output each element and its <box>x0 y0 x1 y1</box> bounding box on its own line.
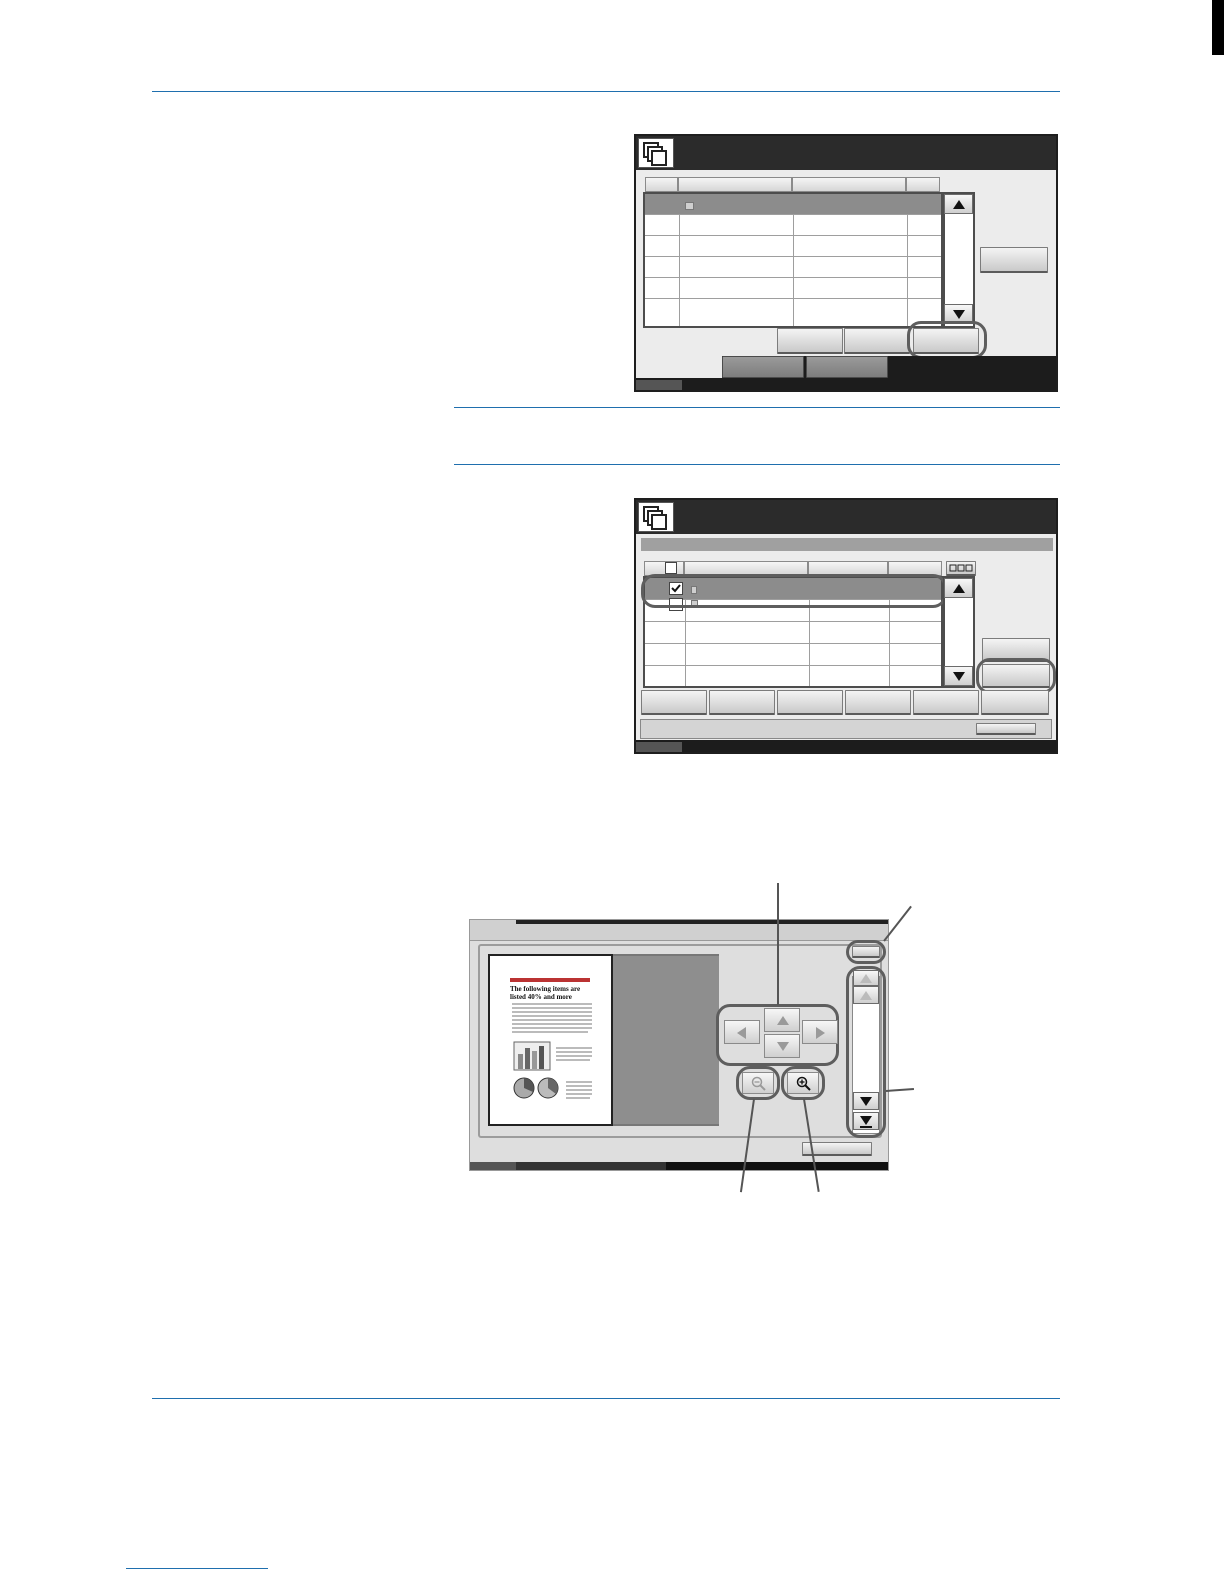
scroll-down-button[interactable] <box>764 1034 800 1058</box>
scroll-right-button[interactable] <box>802 1020 838 1044</box>
action-button-4[interactable] <box>845 690 911 715</box>
page-prev-button[interactable] <box>853 986 879 1004</box>
scroll-up-button[interactable] <box>764 1008 800 1032</box>
arrow-down-icon <box>777 1042 789 1051</box>
zoom-in-icon <box>796 1076 811 1091</box>
table-row[interactable] <box>645 299 941 320</box>
scroll-left-button[interactable] <box>724 1020 760 1044</box>
action-button-1[interactable] <box>641 690 707 715</box>
select-all-checkbox[interactable] <box>665 562 677 574</box>
arrow-up-icon <box>777 1016 789 1025</box>
folder-icon <box>685 202 694 210</box>
top-rule <box>152 91 1060 92</box>
status-indicator <box>470 1162 516 1170</box>
action-button-1[interactable] <box>777 328 843 354</box>
leader-scroll-pad <box>777 883 779 1005</box>
table-row[interactable] <box>645 257 941 278</box>
arrow-down-icon <box>860 1097 872 1106</box>
action-button-3[interactable] <box>777 690 843 715</box>
action-button-6[interactable] <box>981 690 1049 715</box>
detail-button[interactable] <box>980 247 1048 273</box>
column-header-name[interactable] <box>678 177 792 192</box>
close-button[interactable] <box>976 723 1036 735</box>
status-bar-white <box>636 356 722 378</box>
column-header-number[interactable] <box>645 177 678 192</box>
screen-title-bar <box>636 136 1056 170</box>
arrow-down-icon <box>953 672 965 681</box>
note-rule-top <box>454 407 1060 408</box>
screen-title-bar <box>636 500 1056 534</box>
close-button[interactable] <box>852 946 880 958</box>
table-row[interactable] <box>645 622 941 644</box>
bottom-rule <box>152 1398 1060 1399</box>
arrow-up-icon <box>953 200 965 209</box>
thumbnail-view-icon <box>949 564 973 572</box>
preview-gray-area <box>613 954 719 1126</box>
note-rule-bottom <box>454 464 1060 465</box>
arrow-up-icon <box>953 584 965 593</box>
scroll-up-button[interactable] <box>944 578 973 598</box>
box-name-strip <box>641 538 1053 551</box>
thumbnail-heading-line2: listed 40% and more <box>510 993 572 1001</box>
page-next-button[interactable] <box>853 1092 879 1110</box>
tab-button-2[interactable] <box>806 356 888 378</box>
thumbnail-header-bar <box>510 978 590 982</box>
action-button-2[interactable] <box>844 328 910 354</box>
status-bar-mid <box>516 1162 666 1170</box>
document-box-icon <box>638 502 674 532</box>
column-header-owner[interactable] <box>792 177 906 192</box>
document-thumbnail: The following items are listed 40% and m… <box>488 954 613 1126</box>
preview-screen: The following items are listed 40% and m… <box>469 919 889 1171</box>
preview-button-callout <box>976 658 1056 694</box>
chapter-tab-marker <box>1212 0 1224 55</box>
selected-row-callout <box>641 574 947 608</box>
arrow-right-icon <box>816 1027 825 1039</box>
action-button-5[interactable] <box>913 690 979 715</box>
scroll-up-button[interactable] <box>944 194 973 214</box>
arrow-first-icon <box>860 974 872 983</box>
table-row[interactable] <box>645 666 941 686</box>
action-button-2[interactable] <box>709 690 775 715</box>
table-row[interactable] <box>645 278 941 299</box>
tab-button-1[interactable] <box>722 356 804 378</box>
document-box-icon <box>638 138 674 168</box>
scroll-down-button[interactable] <box>944 666 973 686</box>
thumbnail-body-lines <box>512 1003 592 1099</box>
open-button-callout <box>907 321 987 359</box>
status-indicator <box>636 742 682 752</box>
document-box-list-screen <box>634 134 1058 392</box>
page-first-button[interactable] <box>853 970 879 986</box>
box-list-table <box>643 192 943 328</box>
table-row[interactable] <box>645 236 941 257</box>
table-row[interactable] <box>645 644 941 666</box>
arrow-last-bar <box>860 1126 872 1128</box>
table-row[interactable] <box>645 215 941 236</box>
page-last-button[interactable] <box>853 1112 879 1130</box>
column-header-used[interactable] <box>906 177 940 192</box>
document-select-screen <box>634 498 1058 754</box>
arrow-last-icon <box>860 1116 872 1125</box>
view-toggle-button[interactable] <box>946 561 976 576</box>
zoom-out-icon <box>751 1076 766 1091</box>
arrow-left-icon <box>737 1027 746 1039</box>
zoom-in-button[interactable] <box>787 1072 819 1094</box>
leader-page-scroll <box>885 1088 915 1092</box>
thumbnail-heading: The following items are <box>510 985 581 993</box>
status-bar <box>636 740 1056 752</box>
status-indicator <box>636 380 682 390</box>
arrow-up-icon <box>860 991 872 1000</box>
table-row[interactable] <box>645 194 941 215</box>
arrow-down-icon <box>953 310 965 319</box>
preview-top-strip <box>516 920 888 924</box>
zoom-out-button[interactable] <box>742 1072 774 1094</box>
footer-link-line <box>126 1568 268 1569</box>
